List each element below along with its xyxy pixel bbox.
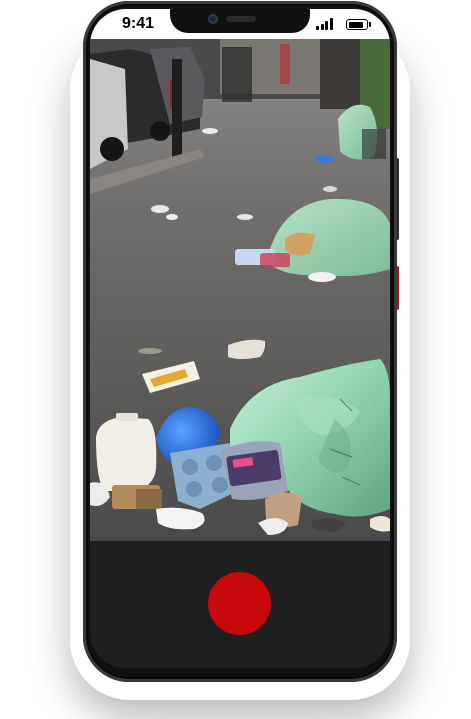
- camera-controls-bar: [90, 541, 390, 668]
- record-button[interactable]: [208, 572, 271, 635]
- phone-screen: 9:41: [90, 9, 390, 668]
- notch: [170, 9, 310, 33]
- battery-icon: [346, 19, 371, 30]
- signal-icon: [316, 18, 334, 30]
- speaker-grille: [226, 16, 256, 22]
- status-time: 9:41: [122, 15, 155, 32]
- status-bar: 9:41: [90, 9, 390, 39]
- camera-viewfinder[interactable]: [90, 39, 390, 541]
- viewfinder-scene-image: [90, 39, 390, 541]
- front-camera-icon: [208, 14, 218, 24]
